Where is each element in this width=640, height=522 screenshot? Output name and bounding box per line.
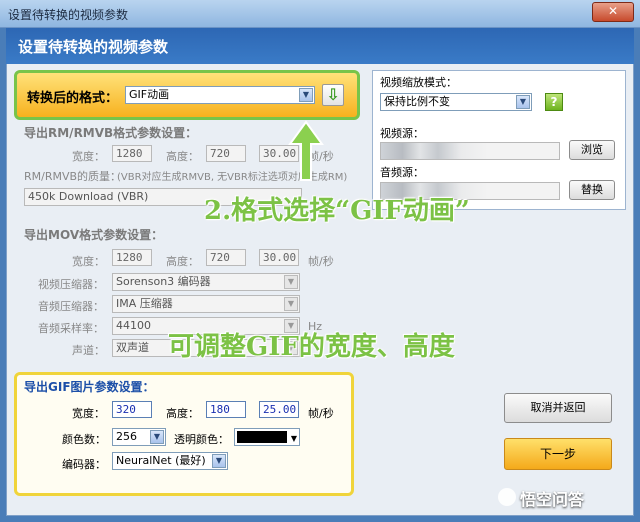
annotation-resize: 可调整GIF的宽度、高度 [168, 332, 455, 362]
mov-acodec-value: IMA 压缩器 [116, 297, 173, 310]
gif-width-label: 宽度： [72, 407, 105, 420]
rm-height-label: 高度： [166, 150, 199, 163]
chevron-down-icon: ▼ [284, 297, 298, 311]
mov-acodec-select[interactable]: IMA 压缩器 ▼ [112, 295, 300, 313]
mov-channel-value: 双声道 [116, 341, 149, 354]
mov-height-input[interactable]: 720 [206, 249, 246, 266]
mov-vcodec-value: Sorenson3 编码器 [116, 275, 211, 288]
mov-rate-label: 音频采样率： [38, 322, 104, 335]
gif-encoder-label: 编码器： [62, 458, 106, 471]
chevron-down-icon: ▼ [150, 430, 164, 444]
mov-height-label: 高度： [166, 255, 199, 268]
mov-width-input[interactable]: 1280 [112, 249, 152, 266]
window-titlebar: 设置待转换的视频参数 ✕ [0, 0, 640, 28]
page-title: 设置待转换的视频参数 [18, 38, 169, 56]
mov-fps-unit: 帧/秒 [308, 255, 334, 268]
chevron-down-icon: ▼ [284, 275, 298, 289]
rm-section-title: 导出RM/RMVB格式参数设置： [24, 126, 198, 140]
gif-transparent-picker[interactable]: ▼ [234, 428, 300, 446]
annotation-step2: 2.格式选择“GIF动画” [204, 196, 470, 226]
gif-fps-unit: 帧/秒 [308, 407, 334, 420]
gif-height-label: 高度： [166, 407, 199, 420]
rm-height-input[interactable]: 720 [206, 145, 246, 162]
window-title: 设置待转换的视频参数 [8, 8, 129, 22]
gif-encoder-select[interactable]: NeuralNet (最好) ▼ [112, 452, 228, 470]
gif-fps-input[interactable]: 25.00 [259, 401, 299, 418]
scale-mode-select[interactable]: 保持比例不变 ▼ [380, 93, 532, 111]
color-swatch [237, 431, 287, 443]
audio-source-label: 音频源： [380, 166, 424, 179]
help-icon[interactable]: ? [545, 93, 563, 111]
rm-quality-label: RM/RMVB的质量： [24, 170, 122, 183]
browse-button[interactable]: 浏览 [569, 140, 615, 160]
mov-vcodec-select[interactable]: Sorenson3 编码器 ▼ [112, 273, 300, 291]
mov-section-title: 导出MOV格式参数设置： [24, 228, 164, 242]
chevron-down-icon: ▼ [299, 88, 313, 102]
mov-width-label: 宽度： [72, 255, 105, 268]
scale-mode-value: 保持比例不变 [384, 95, 450, 108]
watermark-logo-icon [498, 488, 516, 506]
gif-width-input[interactable]: 320 [112, 401, 152, 418]
next-button[interactable]: 下一步 [504, 438, 612, 470]
download-arrow-icon[interactable]: ⇩ [322, 84, 344, 106]
gif-section-title: 导出GIF图片参数设置： [24, 380, 155, 394]
chevron-down-icon: ▼ [212, 454, 226, 468]
replace-button[interactable]: 替换 [569, 180, 615, 200]
gif-encoder-value: NeuralNet (最好) [116, 454, 206, 467]
rm-width-label: 宽度： [72, 150, 105, 163]
mov-fps-input[interactable]: 30.00 [259, 249, 299, 266]
chevron-down-icon: ▼ [290, 434, 297, 443]
gif-colors-label: 颜色数： [62, 433, 106, 446]
gif-colors-value: 256 [116, 430, 137, 443]
gif-transparent-label: 透明颜色： [174, 433, 229, 446]
chevron-down-icon: ▼ [516, 95, 530, 109]
dialog-header: 设置待转换的视频参数 [6, 28, 634, 64]
format-select[interactable]: GIF动画 ▼ [125, 86, 315, 104]
video-source-input[interactable] [380, 142, 560, 160]
close-button[interactable]: ✕ [592, 2, 634, 22]
rm-quality-value: 450k Download (VBR) [28, 190, 149, 203]
mov-vcodec-label: 视频压缩器： [38, 278, 104, 291]
mov-channel-label: 声道： [72, 344, 105, 357]
mov-rate-value: 44100 [116, 319, 151, 332]
format-label: 转换后的格式： [27, 91, 119, 106]
format-select-value: GIF动画 [129, 88, 170, 101]
mov-acodec-label: 音频压缩器： [38, 300, 104, 313]
cancel-button[interactable]: 取消并返回 [504, 393, 612, 423]
gif-height-input[interactable]: 180 [206, 401, 246, 418]
rm-width-input[interactable]: 1280 [112, 145, 152, 162]
gif-colors-select[interactable]: 256 ▼ [112, 428, 166, 446]
watermark: 悟空问答 [520, 490, 585, 509]
annotation-arrow-icon [288, 120, 324, 181]
video-source-label: 视频源： [380, 127, 424, 140]
scale-mode-label: 视频缩放模式： [380, 76, 457, 89]
